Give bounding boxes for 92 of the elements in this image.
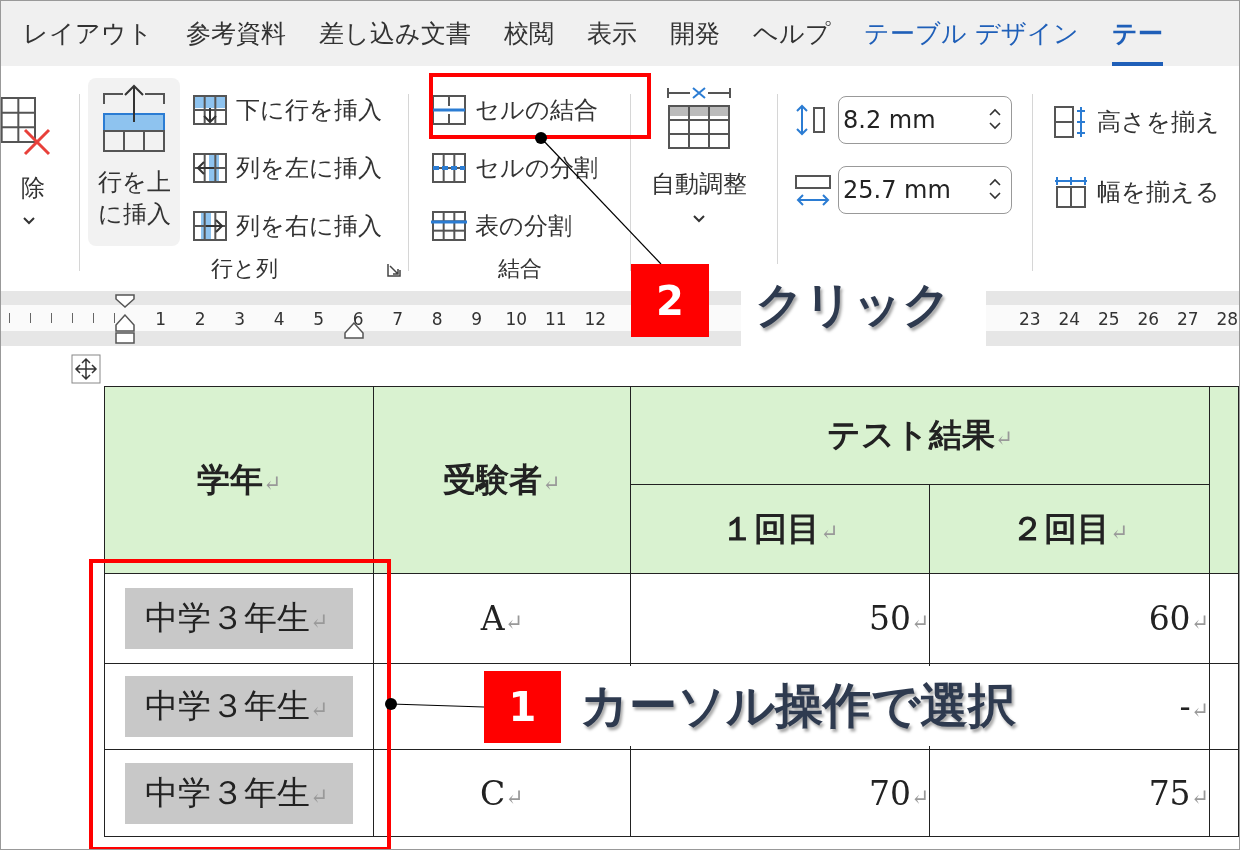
cell-text: 60 xyxy=(1148,599,1191,638)
split-table-button[interactable]: 表の分割 xyxy=(431,204,598,248)
cell-text: C xyxy=(480,773,506,813)
ruler-number: 23 xyxy=(1017,308,1042,329)
paragraph-mark: ↵ xyxy=(1190,610,1210,635)
ribbon-tab[interactable]: 参考資料 xyxy=(186,1,286,66)
ruler-number: 5 xyxy=(312,308,326,329)
insert-row-below-button[interactable]: 下に行を挿入 xyxy=(192,88,382,132)
paragraph-mark: ↵ xyxy=(1110,519,1129,545)
ribbon-tab[interactable]: レイアウト xyxy=(23,1,153,66)
paragraph-mark: ↵ xyxy=(310,609,329,634)
paragraph-mark: ↵ xyxy=(1190,698,1210,723)
caret-icon xyxy=(22,216,36,226)
delete-button[interactable]: 除 xyxy=(1,66,55,226)
paragraph-mark: ↵ xyxy=(911,784,930,810)
step-badge: 2 xyxy=(631,264,709,337)
cell-text: 75 xyxy=(1148,773,1191,813)
ribbon-tab[interactable]: ヘルプ xyxy=(753,1,831,66)
insert-above-button[interactable]: 行を上に挿入 xyxy=(88,78,180,246)
cell-text: 中学３年生 xyxy=(145,772,310,812)
row-height-field[interactable]: 8.2 mm xyxy=(838,96,1012,144)
column-width-icon xyxy=(794,174,832,206)
spin-down-icon xyxy=(988,192,1002,200)
insert-column-left-button[interactable]: 列を左に挿入 xyxy=(192,146,382,190)
group-label: 結合 xyxy=(497,254,542,283)
callout-label: クリック xyxy=(741,264,986,346)
distribute-columns-icon xyxy=(1053,175,1089,209)
ribbon-tab[interactable]: テーブル デザイン xyxy=(864,1,1079,66)
column-width-field[interactable]: 25.7 mm xyxy=(838,166,1012,214)
cell-text: 70 xyxy=(869,773,912,813)
header-text: 受験者 xyxy=(443,459,543,499)
ruler-number: 12 xyxy=(583,308,608,329)
merge-cells-button[interactable]: セルの結合 xyxy=(431,88,598,132)
ruler-number: 11 xyxy=(543,308,568,329)
ruler-number: 10 xyxy=(504,308,529,329)
cell-text: 50 xyxy=(869,599,912,638)
dialog-launcher-icon xyxy=(386,262,402,278)
group-label: 行と列 xyxy=(210,254,278,283)
header-text: ２回目 xyxy=(1011,508,1111,548)
paragraph-mark: ↵ xyxy=(505,784,524,810)
step-badge: 1 xyxy=(484,671,561,743)
insert-row-above-icon xyxy=(101,84,167,154)
spin-down-icon xyxy=(988,122,1002,130)
insert-column-left-icon xyxy=(192,152,228,184)
paragraph-mark: ↵ xyxy=(310,697,329,722)
ruler-number: 8 xyxy=(430,308,444,329)
ruler-number: 7 xyxy=(391,308,405,329)
spin-up-icon xyxy=(988,178,1002,186)
ruler-number: 28 xyxy=(1215,308,1239,329)
ruler-number: 1 xyxy=(154,308,168,329)
ribbon-tab[interactable]: 開発 xyxy=(670,1,720,66)
insert-row-below-icon xyxy=(192,94,228,126)
header-text: テスト結果 xyxy=(826,415,995,454)
insert-column-right-icon xyxy=(192,210,228,242)
paragraph-mark: ↵ xyxy=(504,610,524,635)
paragraph-mark: ↵ xyxy=(820,519,839,545)
cell-text: 中学３年生 xyxy=(145,686,310,725)
paragraph-mark: ↵ xyxy=(1190,784,1210,810)
ribbon-tab[interactable]: 表示 xyxy=(587,1,637,66)
merge-cells-icon xyxy=(431,94,467,126)
ribbon-tab[interactable]: 差し込み文書 xyxy=(319,1,471,66)
cell-text: 中学３年生 xyxy=(145,598,310,637)
ruler-number: 2 xyxy=(193,308,207,329)
split-cells-button[interactable]: セルの分割 xyxy=(431,146,598,190)
paragraph-mark: ↵ xyxy=(994,426,1014,451)
ruler-number: 9 xyxy=(470,308,484,329)
split-cells-icon xyxy=(431,152,467,184)
ribbon-tab[interactable]: 校閲 xyxy=(504,1,554,66)
header-text: １回目 xyxy=(721,508,821,548)
autofit-button[interactable]: 自動調整 xyxy=(639,66,759,224)
distribute-rows-button[interactable]: 高さを揃え xyxy=(1053,100,1220,144)
insert-column-right-button[interactable]: 列を右に挿入 xyxy=(192,204,382,248)
paragraph-mark: ↵ xyxy=(542,470,561,496)
ruler-number: 6 xyxy=(351,308,365,329)
spin-up-icon xyxy=(988,108,1002,116)
ruler-number: 26 xyxy=(1136,308,1161,329)
paragraph-mark: ↵ xyxy=(911,610,930,635)
distribute-columns-button[interactable]: 幅を揃える xyxy=(1053,170,1220,214)
ruler-number: 4 xyxy=(272,308,286,329)
cell-text: A xyxy=(480,599,505,638)
header-text: 学年 xyxy=(196,459,263,499)
caret-icon xyxy=(692,214,706,224)
ruler-number: 27 xyxy=(1175,308,1200,329)
paragraph-mark: ↵ xyxy=(262,470,282,496)
table-move-handle-icon xyxy=(71,354,101,384)
ruler-number: 24 xyxy=(1057,308,1082,329)
cell-text: - xyxy=(1179,687,1191,726)
autofit-icon xyxy=(666,86,732,150)
ruler-number: 25 xyxy=(1096,308,1121,329)
paragraph-mark: ↵ xyxy=(310,783,329,809)
ruler-number: 3 xyxy=(233,308,247,329)
split-table-icon xyxy=(431,210,467,242)
